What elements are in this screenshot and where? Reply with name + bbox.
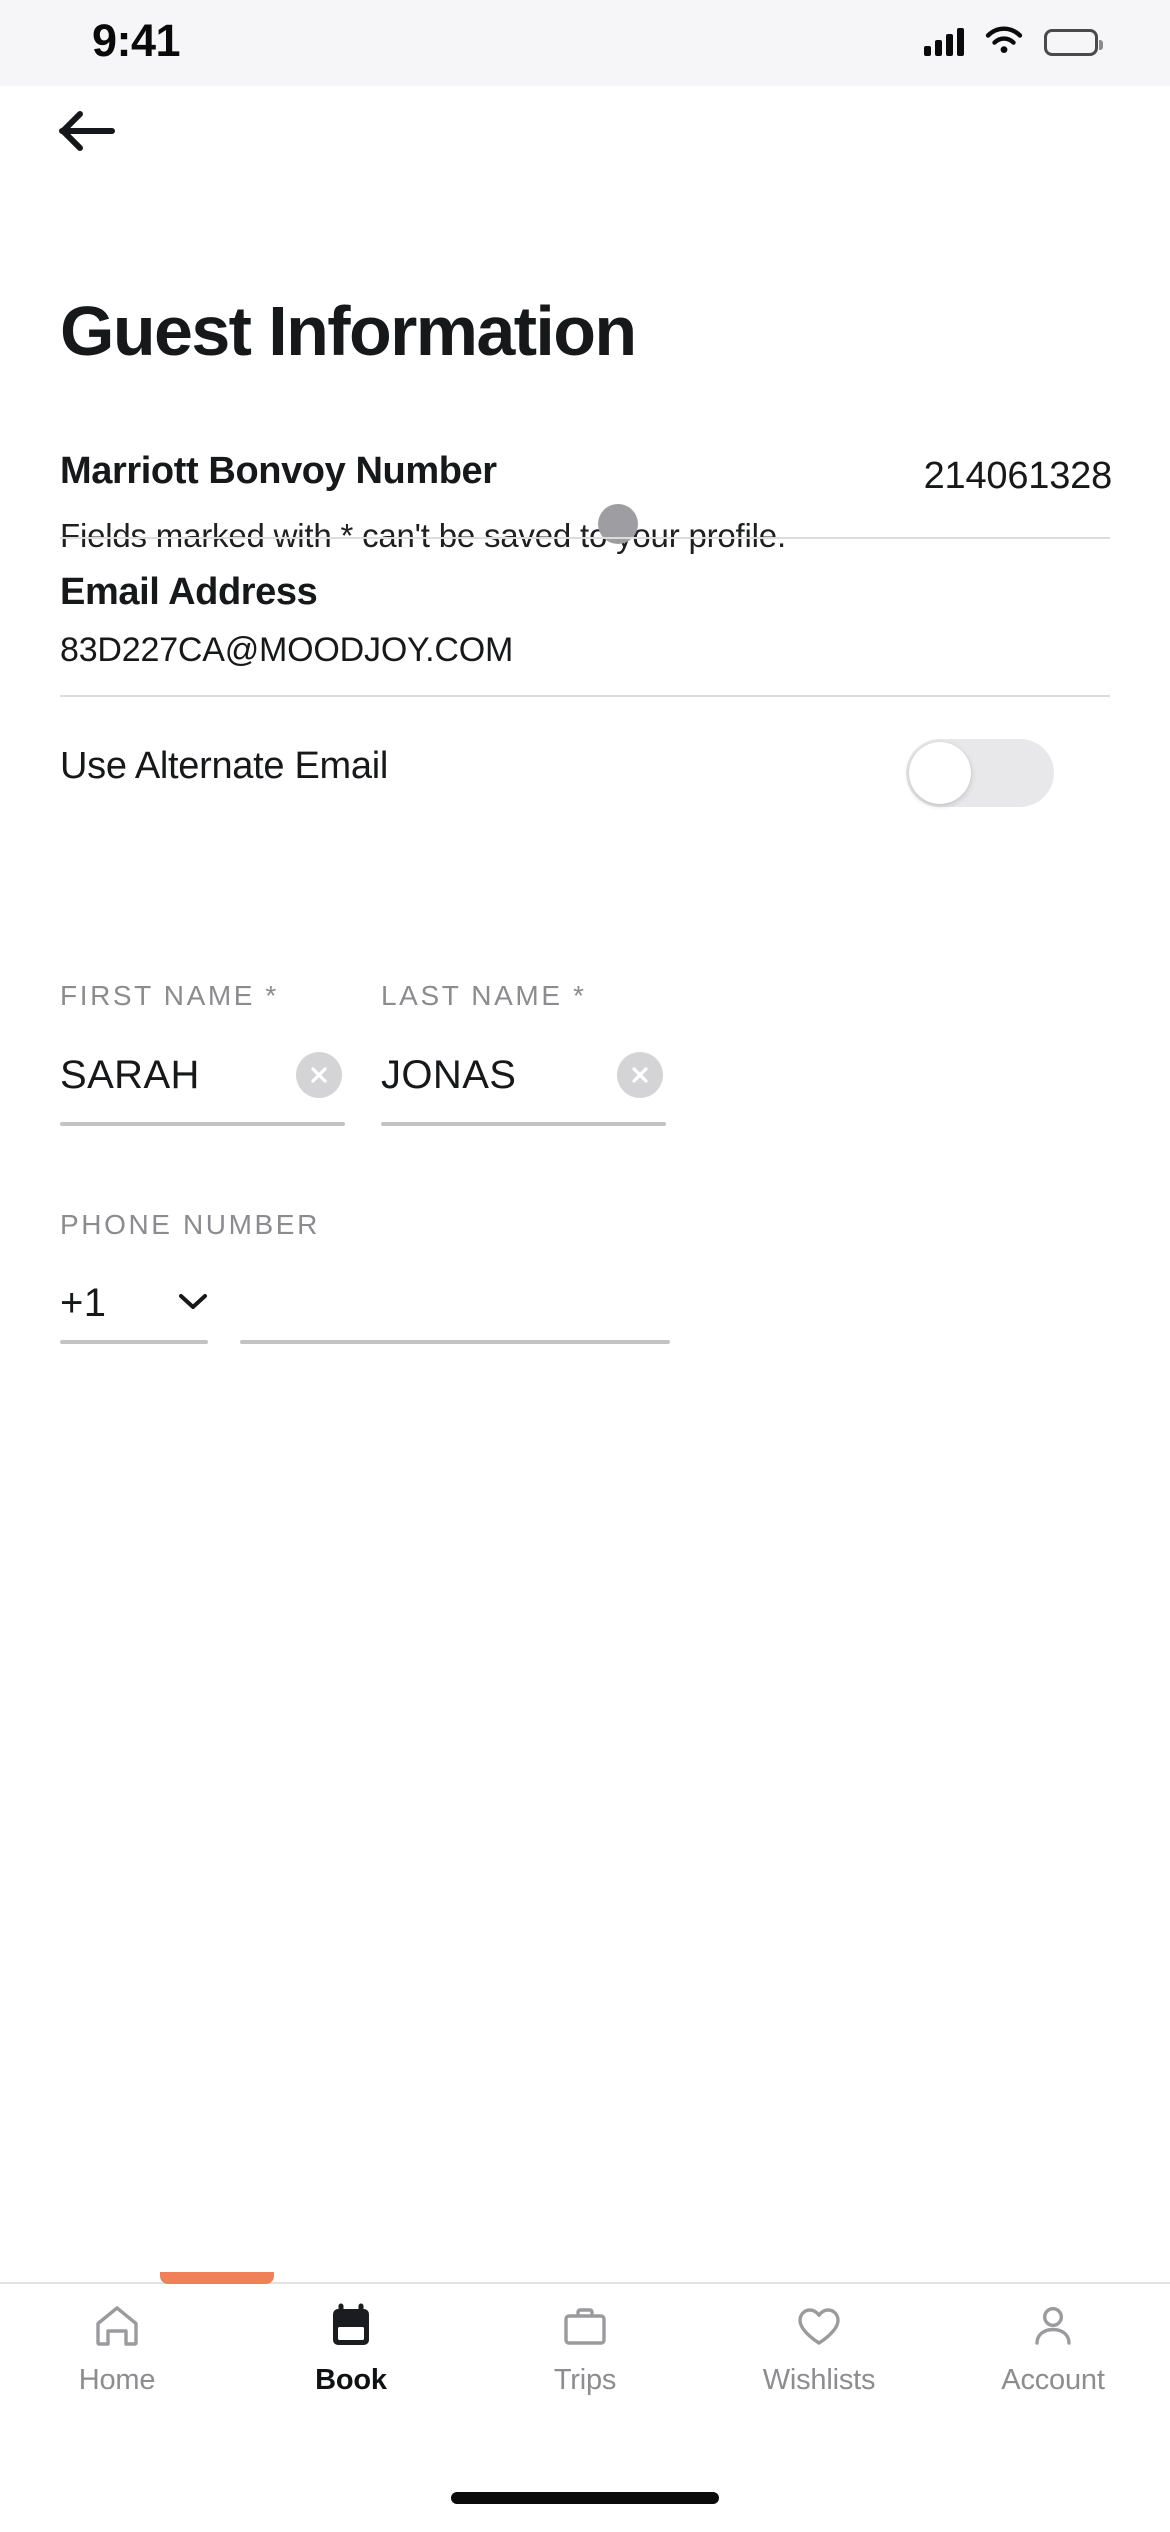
back-arrow-icon bbox=[58, 108, 120, 159]
tab-trips[interactable]: Trips bbox=[468, 2284, 702, 2397]
page-title: Guest Information bbox=[60, 292, 637, 370]
first-name-input[interactable]: SARAH bbox=[60, 1053, 200, 1098]
wifi-icon bbox=[984, 25, 1024, 60]
last-name-input[interactable]: JONAS bbox=[381, 1053, 516, 1098]
tab-label: Account bbox=[1001, 2364, 1105, 2396]
home-indicator bbox=[451, 2492, 719, 2504]
page-subtitle: Fields marked with * can't be saved to y… bbox=[60, 517, 786, 554]
tab-home[interactable]: Home bbox=[0, 2284, 234, 2397]
divider bbox=[60, 537, 1110, 539]
back-button[interactable] bbox=[58, 100, 154, 166]
calendar-icon bbox=[325, 2300, 377, 2352]
last-name-underline bbox=[381, 1122, 666, 1126]
bottom-tab-bar: Home Book Trips Wishlists Account bbox=[0, 2272, 1170, 2532]
first-name-underline bbox=[60, 1122, 345, 1126]
email-address-value: 83D227CA@MOODJOY.COM bbox=[60, 631, 514, 669]
person-icon bbox=[1027, 2300, 1079, 2352]
tab-book[interactable]: Book bbox=[234, 2284, 468, 2397]
home-icon bbox=[91, 2300, 143, 2352]
status-icons bbox=[924, 25, 1103, 60]
email-address-label: Email Address bbox=[60, 571, 318, 613]
cellular-signal-icon bbox=[924, 28, 964, 56]
country-code-value: +1 bbox=[60, 1280, 107, 1325]
chevron-down-icon bbox=[176, 1290, 210, 1317]
country-code-underline bbox=[60, 1340, 208, 1344]
briefcase-icon bbox=[559, 2300, 611, 2352]
app-screen: 9:41 Guest Information Fields marked wit… bbox=[0, 0, 1170, 2532]
tab-label: Wishlists bbox=[762, 2364, 876, 2396]
toggle-knob bbox=[909, 742, 971, 804]
battery-icon bbox=[1044, 28, 1103, 56]
status-bar: 9:41 bbox=[0, 0, 1170, 86]
phone-number-underline bbox=[240, 1340, 670, 1344]
first-name-label: FIRST NAME * bbox=[60, 980, 279, 1011]
last-name-label: LAST NAME * bbox=[381, 980, 587, 1011]
tab-label: Book bbox=[315, 2364, 387, 2396]
phone-number-input[interactable] bbox=[240, 1272, 670, 1334]
heart-icon bbox=[793, 2300, 845, 2352]
tab-wishlists[interactable]: Wishlists bbox=[702, 2284, 936, 2397]
first-name-clear-icon[interactable] bbox=[296, 1052, 342, 1098]
bonvoy-number-label: Marriott Bonvoy Number bbox=[60, 450, 497, 492]
country-code-select[interactable]: +1 bbox=[60, 1272, 210, 1334]
active-tab-indicator bbox=[160, 2272, 274, 2284]
phone-number-label: PHONE NUMBER bbox=[60, 1209, 320, 1240]
divider bbox=[60, 695, 1110, 697]
tab-list: Home Book Trips Wishlists Account bbox=[0, 2284, 1170, 2436]
use-alternate-email-toggle[interactable] bbox=[906, 739, 1054, 807]
tab-label: Home bbox=[78, 2364, 156, 2396]
use-alternate-email-label: Use Alternate Email bbox=[60, 745, 389, 787]
tab-label: Trips bbox=[553, 2364, 617, 2396]
last-name-clear-icon[interactable] bbox=[617, 1052, 663, 1098]
tab-account[interactable]: Account bbox=[936, 2284, 1170, 2397]
status-time: 9:41 bbox=[92, 15, 181, 66]
bonvoy-number-value: 214061328 bbox=[923, 455, 1113, 497]
